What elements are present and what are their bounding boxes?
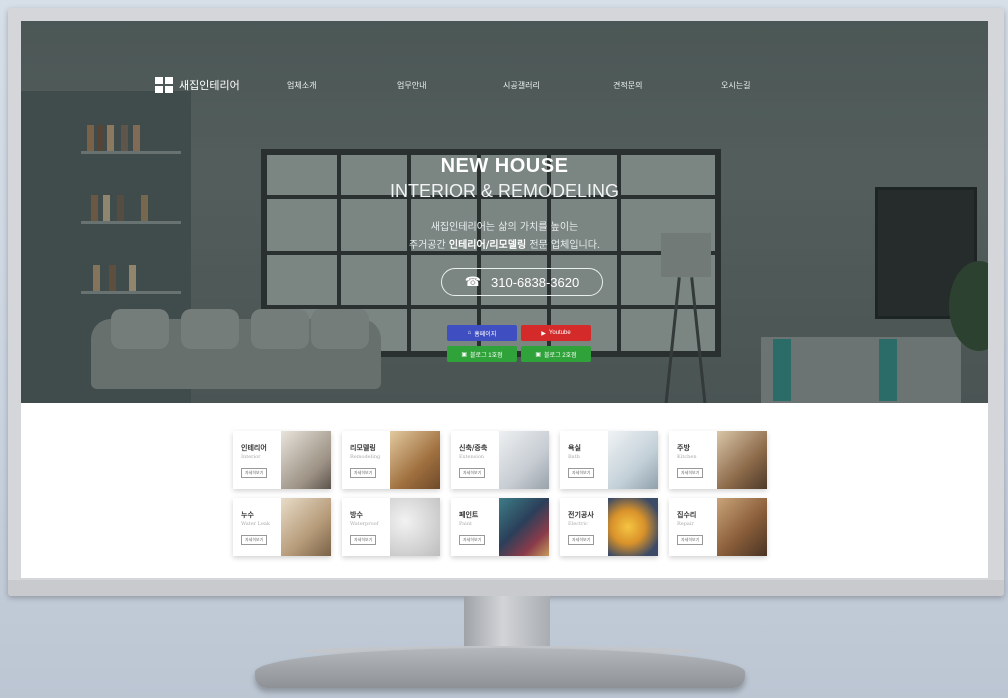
hero-title: NEW HOUSE xyxy=(440,155,569,177)
card-kitchen[interactable]: 주방 Kitchen 자세히보기 xyxy=(669,431,767,489)
nav-item-location[interactable]: 오시는길 xyxy=(721,80,750,91)
screen: 새집인테리어 업체소개 업무안내 시공갤러리 견적문의 오시는길 NEW HOU… xyxy=(21,21,988,578)
card-extension[interactable]: 신축/증축 Extension 자세히보기 xyxy=(451,431,549,489)
monitor-frame: 새집인테리어 업체소개 업무안내 시공갤러리 견적문의 오시는길 NEW HOU… xyxy=(8,8,1004,596)
monitor-bezel-bottom xyxy=(8,580,1004,596)
youtube-button[interactable]: ▶ Youtube xyxy=(521,325,591,341)
phone-icon: ☎ xyxy=(464,274,481,289)
blog-icon: ▣ xyxy=(535,351,542,358)
card-remodeling[interactable]: 리모델링 Remodeling 자세히보기 xyxy=(342,431,440,489)
card-waterproof[interactable]: 방수 Waterproof 자세히보기 xyxy=(342,498,440,556)
hero-description: 새집인테리어는 삶의 가치를 높이는 주거공간 인테리어/리모델링 전문 업체입… xyxy=(408,222,601,251)
homepage-button[interactable]: ⌂ 홈페이지 xyxy=(447,325,517,341)
youtube-icon: ▶ xyxy=(541,330,546,337)
monitor-stand-base xyxy=(255,648,745,688)
hero-section: 새집인테리어 업체소개 업무안내 시공갤러리 견적문의 오시는길 NEW HOU… xyxy=(21,21,988,403)
phone-number: 310-6838-3620 xyxy=(491,274,580,290)
hero-subtitle: INTERIOR & REMODELING xyxy=(389,181,620,201)
card-bath[interactable]: 욕실 Bath 자세히보기 xyxy=(560,431,658,489)
card-interior[interactable]: 인테리어 Interior 자세히보기 xyxy=(233,431,331,489)
home-icon: ⌂ xyxy=(467,330,472,336)
monitor-stand-neck xyxy=(464,596,550,650)
card-paint[interactable]: 페인트 Paint 자세히보기 xyxy=(451,498,549,556)
nav-item-about[interactable]: 업체소개 xyxy=(287,80,316,91)
blog1-button[interactable]: ▣ 블로그 1호점 xyxy=(447,346,517,362)
site-logo[interactable]: 새집인테리어 xyxy=(155,77,240,93)
logo-text: 새집인테리어 xyxy=(179,80,240,92)
nav-item-services[interactable]: 업무안내 xyxy=(397,80,426,91)
card-water-leak[interactable]: 누수 Water Leak 자세히보기 xyxy=(233,498,331,556)
card-electric[interactable]: 전기공사 Electric 자세히보기 xyxy=(560,498,658,556)
blog2-button[interactable]: ▣ 블로그 2호점 xyxy=(521,346,591,362)
nav-item-gallery[interactable]: 시공갤러리 xyxy=(503,80,540,91)
phone-button[interactable]: ☎ 310-6838-3620 xyxy=(441,268,603,296)
logo-icon xyxy=(155,77,173,93)
card-repair[interactable]: 집수리 Repair 자세히보기 xyxy=(669,498,767,556)
blog-icon: ▣ xyxy=(461,351,468,358)
nav-item-estimate[interactable]: 견적문의 xyxy=(613,80,642,91)
